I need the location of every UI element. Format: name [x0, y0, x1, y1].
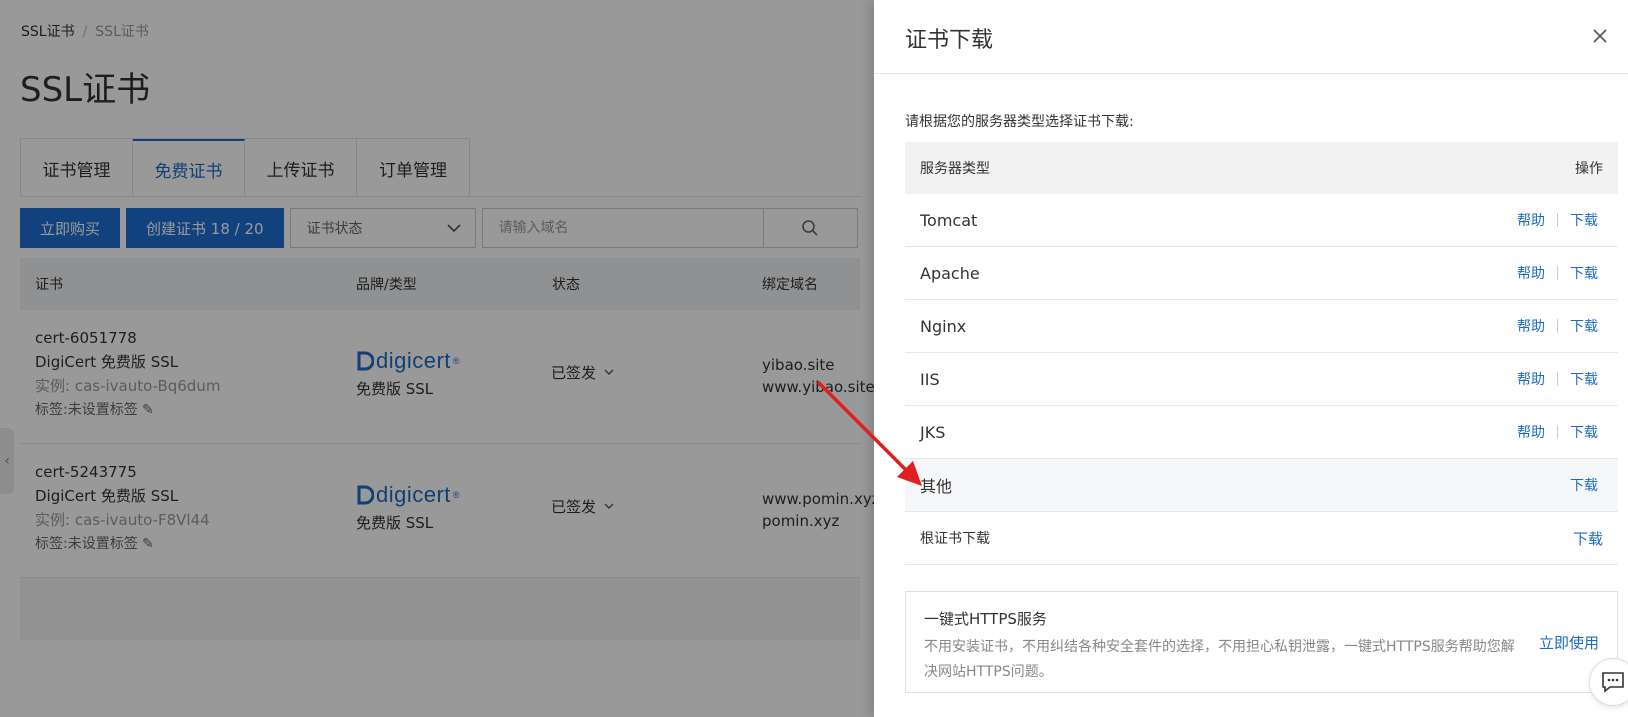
- close-icon[interactable]: [1590, 26, 1610, 46]
- server-row-apache: Apache 帮助 下载: [905, 247, 1618, 300]
- drawer-subtitle: 请根据您的服务器类型选择证书下载:: [905, 114, 1134, 130]
- row-actions: 帮助 下载: [1517, 263, 1598, 283]
- https-service-card: 一键式HTTPS服务 不用安装证书，不用纠结各种安全套件的选择，不用担心私钥泄露…: [905, 591, 1618, 693]
- download-link[interactable]: 下载: [1570, 369, 1598, 389]
- https-service-desc: 不用安装证书，不用纠结各种安全套件的选择，不用担心私钥泄露，一键式HTTPS服务…: [924, 639, 1515, 680]
- root-cert-label: 根证书下载: [920, 531, 990, 547]
- server-name: JKS: [920, 422, 946, 442]
- server-type-table: 服务器类型 操作 Tomcat 帮助 下载 Apache 帮助 下载 Nginx 帮…: [905, 142, 1618, 565]
- server-name: Tomcat: [920, 210, 978, 230]
- help-link[interactable]: 帮助: [1517, 316, 1545, 336]
- row-actions: 下载: [1573, 528, 1603, 549]
- row-actions: 下载: [1570, 475, 1598, 495]
- help-link[interactable]: 帮助: [1517, 210, 1545, 230]
- download-link[interactable]: 下载: [1570, 316, 1598, 336]
- divider: [1557, 319, 1558, 333]
- help-link[interactable]: 帮助: [1517, 263, 1545, 283]
- header-action: 操作: [1575, 161, 1603, 177]
- server-name: IIS: [920, 369, 940, 389]
- divider: [1557, 213, 1558, 227]
- download-link[interactable]: 下载: [1570, 210, 1598, 230]
- row-actions: 帮助 下载: [1517, 316, 1598, 336]
- server-row-nginx: Nginx 帮助 下载: [905, 300, 1618, 353]
- download-link[interactable]: 下载: [1570, 422, 1598, 442]
- help-link[interactable]: 帮助: [1517, 422, 1545, 442]
- cert-download-drawer: 证书下载 请根据您的服务器类型选择证书下载: 服务器类型 操作 Tomcat 帮…: [874, 0, 1628, 717]
- use-now-link[interactable]: 立即使用: [1539, 632, 1599, 653]
- server-name: Nginx: [920, 316, 967, 336]
- download-link[interactable]: 下载: [1570, 475, 1598, 495]
- row-actions: 帮助 下载: [1517, 210, 1598, 230]
- root-cert-row: 根证书下载 下载: [905, 512, 1618, 565]
- drawer-title: 证书下载: [905, 28, 994, 53]
- server-name: 其他: [920, 477, 953, 496]
- server-row-other: 其他 下载: [905, 459, 1618, 512]
- divider: [1557, 266, 1558, 280]
- drawer-header: 证书下载: [874, 0, 1628, 74]
- help-link[interactable]: 帮助: [1517, 369, 1545, 389]
- server-table-header: 服务器类型 操作: [905, 142, 1618, 194]
- header-server-type: 服务器类型: [920, 161, 990, 177]
- server-name: Apache: [920, 263, 980, 283]
- row-actions: 帮助 下载: [1517, 369, 1598, 389]
- divider: [1557, 372, 1558, 386]
- row-actions: 帮助 下载: [1517, 422, 1598, 442]
- download-link[interactable]: 下载: [1570, 263, 1598, 283]
- server-row-iis: IIS 帮助 下载: [905, 353, 1618, 406]
- server-row-tomcat: Tomcat 帮助 下载: [905, 194, 1618, 247]
- download-link[interactable]: 下载: [1573, 528, 1603, 549]
- chat-icon: [1602, 672, 1624, 693]
- server-row-jks: JKS 帮助 下载: [905, 406, 1618, 459]
- https-service-title: 一键式HTTPS服务: [924, 610, 1047, 628]
- divider: [1557, 425, 1558, 439]
